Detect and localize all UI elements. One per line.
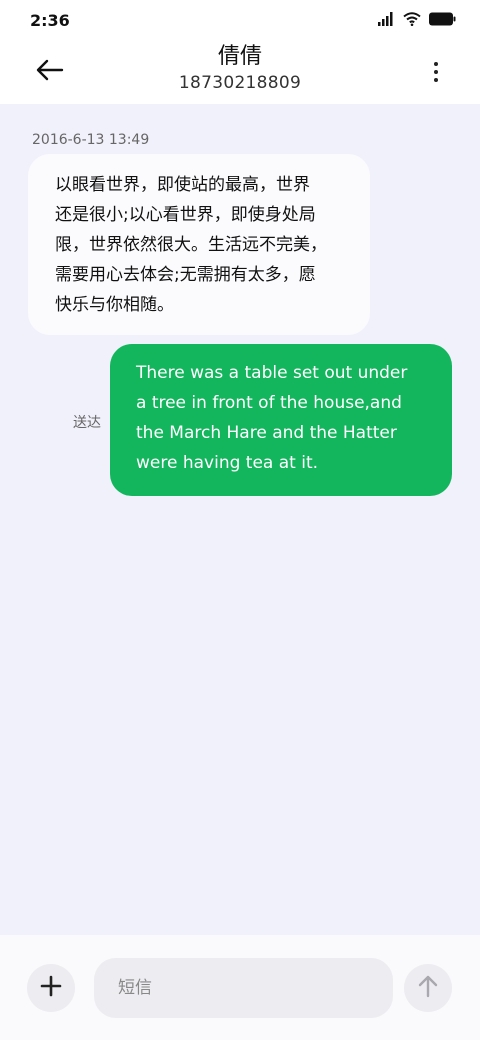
status-time: 2:36 <box>30 11 70 30</box>
contact-title: 倩倩 18730218809 <box>120 42 360 94</box>
conversation-header: 倩倩 18730218809 <box>0 40 480 104</box>
delivery-status: 送达 <box>73 415 101 431</box>
status-icons <box>378 11 456 30</box>
message-line: 限，世界依然很大。生活远不完美， <box>55 235 327 255</box>
battery-icon <box>429 11 456 30</box>
message-input[interactable] <box>94 958 393 1018</box>
plus-icon <box>40 975 62 1001</box>
arrow-left-icon <box>36 59 64 85</box>
more-vertical-icon <box>434 62 438 66</box>
outgoing-message-bubble[interactable]: There was a table set out under a tree i… <box>110 344 452 496</box>
message-line: There was a table set out under <box>136 363 408 383</box>
more-options-button[interactable] <box>426 54 446 90</box>
arrow-up-icon <box>417 974 439 1002</box>
add-attachment-button[interactable] <box>27 964 75 1012</box>
message-line: 快乐与你相随。 <box>55 295 174 315</box>
status-bar: 2:36 <box>0 0 480 40</box>
wifi-icon <box>403 11 421 30</box>
contact-name: 倩倩 <box>217 44 262 69</box>
back-button[interactable] <box>30 52 70 92</box>
message-line: 还是很小;以心看世界，即使身处局 <box>55 205 316 225</box>
message-line: were having tea at it. <box>136 453 319 473</box>
composer-bar <box>0 935 480 1040</box>
send-button[interactable] <box>404 964 452 1012</box>
incoming-message-bubble[interactable]: 以眼看世界，即使站的最高，世界 还是很小;以心看世界，即使身处局 限，世界依然很… <box>28 154 370 335</box>
message-line: the March Hare and the Hatter <box>136 423 397 443</box>
message-line: 需要用心去体会;无需拥有太多，愿 <box>55 265 316 285</box>
message-line: 以眼看世界，即使站的最高，世界 <box>55 175 310 195</box>
message-line: a tree in front of the house,and <box>136 393 402 413</box>
message-timestamp: 2016-6-13 13:49 <box>32 132 150 148</box>
signal-icon <box>378 11 395 30</box>
contact-number: 18730218809 <box>178 73 302 93</box>
